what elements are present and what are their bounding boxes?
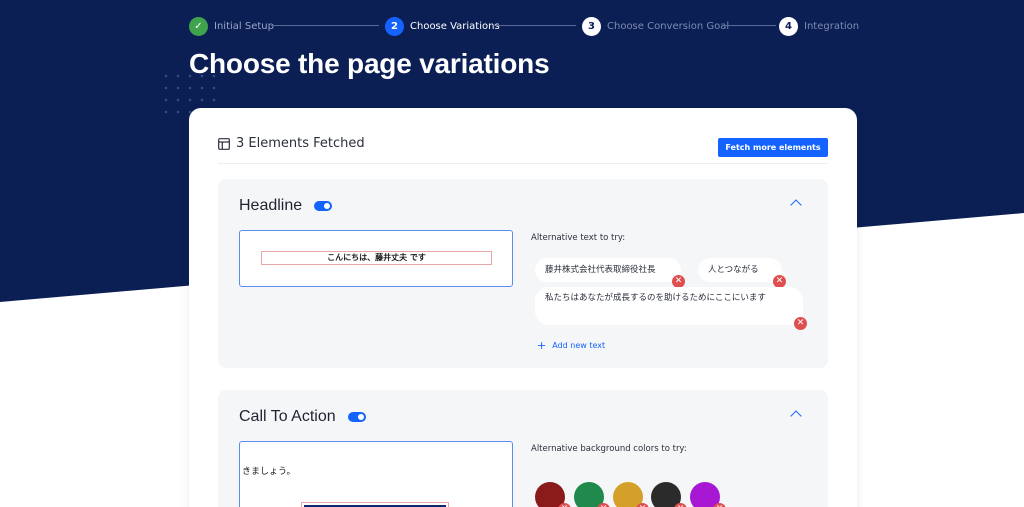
page-title: Choose the page variations xyxy=(189,48,550,79)
cta-toggle[interactable] xyxy=(347,412,366,422)
step-choose-conversion-goal[interactable]: 3 Choose Conversion Goal xyxy=(582,16,729,36)
chip-text: 藤井株式会社代表取締役社長 xyxy=(545,264,656,275)
step-label: Choose Conversion Goal xyxy=(607,20,730,32)
headline-panel: Headline こんにちは、藤井丈夫 です Alternative text … xyxy=(218,179,828,368)
elements-fetched-label: 3 Elements Fetched xyxy=(236,136,365,151)
step-connector xyxy=(722,25,776,26)
fetch-more-elements-button[interactable]: Fetch more elements xyxy=(718,138,828,157)
headline-title: Headline xyxy=(239,197,303,214)
step-label: Integration xyxy=(804,20,860,32)
remove-icon[interactable]: ✕ xyxy=(597,503,610,507)
remove-icon[interactable]: ✕ xyxy=(794,317,807,330)
headline-title-row: Headline xyxy=(239,197,333,215)
remove-icon[interactable]: ✕ xyxy=(713,503,726,507)
cta-title-row: Call To Action xyxy=(239,408,366,426)
step-initial-setup[interactable]: ✓ Initial Setup xyxy=(189,16,274,36)
alt-text-chip: 私たちはあなたが成長するのを助けるためにここにいます ✕ xyxy=(535,287,807,330)
color-swatch[interactable]: ✕ xyxy=(613,482,649,507)
layout-icon xyxy=(218,137,230,150)
chip-text: 私たちはあなたが成長するのを助けるためにここにいます xyxy=(545,293,766,303)
alt-text-chip: 藤井株式会社代表取締役社長 ✕ xyxy=(535,258,685,288)
remove-icon[interactable]: ✕ xyxy=(636,503,649,507)
cta-title: Call To Action xyxy=(239,408,336,425)
color-swatch[interactable]: ✕ xyxy=(574,482,610,507)
alt-colors-label: Alternative background colors to try: xyxy=(531,444,687,454)
plus-icon: + xyxy=(537,339,547,352)
cta-preview-button-outline xyxy=(301,502,449,507)
step-connector xyxy=(494,25,576,26)
headline-toggle[interactable] xyxy=(314,201,333,211)
step-integration[interactable]: 4 Integration xyxy=(779,16,859,36)
add-new-text-button[interactable]: + Add new text xyxy=(537,339,605,352)
add-new-text-label: Add new text xyxy=(552,341,606,350)
check-icon: ✓ xyxy=(189,16,208,36)
chevron-up-icon[interactable] xyxy=(790,199,802,211)
step-number: 4 xyxy=(779,16,798,36)
step-connector xyxy=(271,25,379,26)
chevron-up-icon[interactable] xyxy=(790,410,802,422)
alt-text-label: Alternative text to try: xyxy=(531,233,626,243)
color-swatch[interactable]: ✕ xyxy=(690,482,726,507)
step-number: 2 xyxy=(385,16,404,36)
color-swatch[interactable]: ✕ xyxy=(651,482,687,507)
step-label: Choose Variations xyxy=(410,20,500,32)
step-label: Initial Setup xyxy=(214,20,274,32)
step-number: 3 xyxy=(582,16,601,36)
remove-icon[interactable]: ✕ xyxy=(674,503,687,507)
card-header: 3 Elements Fetched Fetch more elements xyxy=(218,136,828,164)
color-swatch[interactable]: ✕ xyxy=(535,482,571,507)
variations-card: 3 Elements Fetched Fetch more elements H… xyxy=(189,108,857,507)
step-choose-variations[interactable]: 2 Choose Variations xyxy=(385,16,500,36)
headline-preview-text: こんにちは、藤井丈夫 です xyxy=(261,251,492,265)
chip-text: 人とつながる xyxy=(708,264,759,275)
headline-preview: こんにちは、藤井丈夫 です xyxy=(239,230,513,287)
remove-icon[interactable]: ✕ xyxy=(558,503,571,507)
alt-text-chip: 人とつながる ✕ xyxy=(698,258,786,288)
progress-stepper: ✓ Initial Setup 2 Choose Variations 3 Ch… xyxy=(189,16,859,36)
call-to-action-panel: Call To Action きましょう。 Alternative backgr… xyxy=(218,390,828,507)
cta-preview-text: きましょう。 xyxy=(242,467,296,477)
elements-fetched: 3 Elements Fetched xyxy=(218,136,365,151)
cta-preview: きましょう。 xyxy=(239,441,513,507)
